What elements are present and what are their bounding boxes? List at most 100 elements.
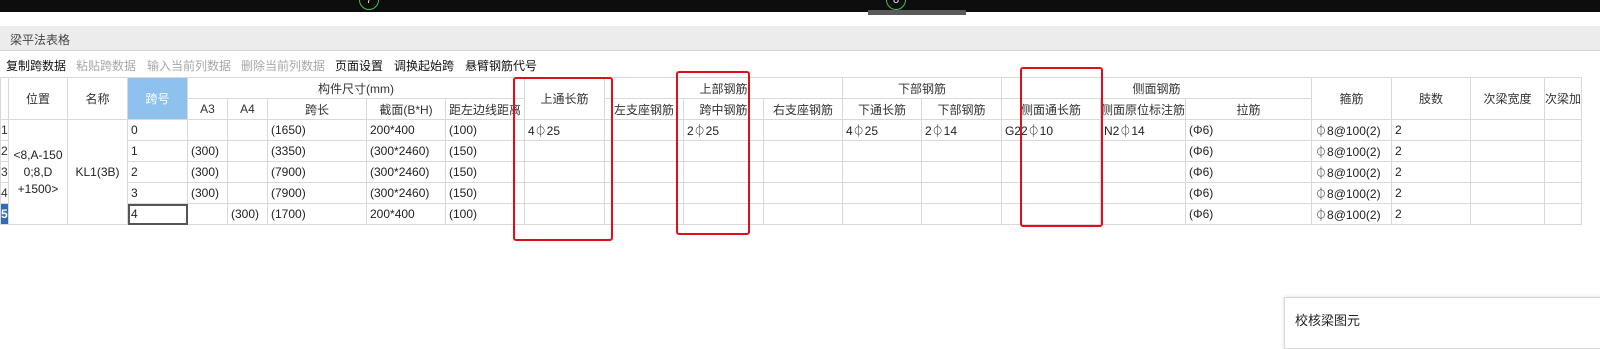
cell-bottom-bar[interactable] — [921, 140, 1002, 162]
header-left-support[interactable]: 左支座钢筋 — [604, 98, 684, 120]
cell-tie[interactable]: (Φ6) — [1185, 182, 1313, 204]
cell-a4[interactable]: (300) — [227, 203, 268, 225]
cell-bottom-continuous[interactable] — [842, 161, 922, 183]
cell-secondary-width[interactable] — [1470, 119, 1546, 141]
row-number-selected[interactable]: 5 — [0, 203, 9, 225]
header-legs[interactable]: 肢数 — [1391, 77, 1472, 120]
cell-position[interactable]: <8,A-150 0;8,D +1500> — [8, 119, 68, 225]
header-mid-span[interactable]: 跨中钢筋 — [683, 98, 764, 120]
cell-stirrup[interactable]: ⏀8@100(2) — [1311, 140, 1393, 162]
check-beam-panel[interactable]: 校核梁图元 — [1284, 297, 1600, 349]
cell-side-original[interactable] — [1099, 161, 1187, 183]
cell-a4[interactable] — [227, 182, 268, 204]
header-name[interactable]: 名称 — [67, 77, 128, 120]
header-a3[interactable]: A3 — [187, 98, 228, 120]
cell-span[interactable]: 0 — [127, 119, 188, 141]
row-number[interactable]: 2 — [0, 140, 9, 162]
header-stirrup[interactable]: 箍筋 — [1311, 77, 1393, 120]
header-secondary-width[interactable]: 次梁宽度 — [1470, 77, 1546, 120]
cell-side-continuous[interactable] — [1001, 182, 1101, 204]
cell-side-continuous[interactable] — [1001, 203, 1101, 225]
cell-side-continuous[interactable] — [1001, 161, 1101, 183]
table-row[interactable]: 2 1 (300) (3350) (300*2460) (150) (Φ6) ⏀… — [0, 140, 1583, 162]
cell-side-original[interactable] — [1099, 182, 1187, 204]
cell-a3[interactable]: (300) — [187, 140, 228, 162]
cell-bottom-bar[interactable] — [921, 203, 1002, 225]
cell-tie[interactable]: (Φ6) — [1185, 161, 1313, 183]
cell-offset[interactable]: (100) — [445, 203, 525, 225]
cell-span-length[interactable]: (1650) — [267, 119, 367, 141]
cell-stirrup[interactable]: ⏀8@100(2) — [1311, 161, 1393, 183]
cell-span-active[interactable]: 4 — [127, 203, 188, 225]
cell-span[interactable]: 2 — [127, 161, 188, 183]
cell-right-support[interactable] — [763, 161, 843, 183]
cell-a4[interactable] — [227, 140, 268, 162]
cell-side-original[interactable] — [1099, 140, 1187, 162]
cell-a4[interactable] — [227, 119, 268, 141]
table-row[interactable]: 3 2 (300) (7900) (300*2460) (150) (Φ6) ⏀… — [0, 161, 1583, 183]
header-right-support[interactable]: 右支座钢筋 — [763, 98, 843, 120]
cell-left-support[interactable] — [604, 119, 684, 141]
swap-start-span-button[interactable]: 调换起始跨 — [394, 57, 454, 74]
cell-a4[interactable] — [227, 161, 268, 183]
cell-tie[interactable]: (Φ6) — [1185, 140, 1313, 162]
header-side-continuous[interactable]: 侧面通长筋 — [1001, 98, 1101, 120]
cell-secondary-more[interactable] — [1544, 203, 1583, 225]
cell-a3[interactable]: (300) — [187, 161, 228, 183]
cell-mid-span[interactable] — [683, 182, 764, 204]
cell-right-support[interactable] — [763, 119, 843, 141]
header-top-continuous[interactable]: 上通长筋 — [524, 77, 605, 120]
cell-bottom-bar[interactable] — [921, 182, 1002, 204]
cell-secondary-width[interactable] — [1470, 182, 1546, 204]
cell-left-support[interactable] — [604, 161, 684, 183]
cell-bottom-bar[interactable]: 2⏀14 — [921, 119, 1002, 141]
cantilever-code-button[interactable]: 悬臂钢筋代号 — [465, 57, 537, 74]
table-row[interactable]: 5 4 (300) (1700) 200*400 (100) (Φ6) ⏀8@1… — [0, 203, 1583, 225]
cell-stirrup[interactable]: ⏀8@100(2) — [1311, 182, 1393, 204]
cell-span[interactable]: 1 — [127, 140, 188, 162]
cell-side-original[interactable] — [1099, 203, 1187, 225]
page-setup-button[interactable]: 页面设置 — [335, 57, 383, 74]
header-tie[interactable]: 拉筋 — [1185, 98, 1313, 120]
row-number[interactable]: 4 — [0, 182, 9, 204]
cell-mid-span[interactable]: 2⏀25 — [683, 119, 764, 141]
cell-stirrup[interactable]: ⏀8@100(2) — [1311, 119, 1393, 141]
cell-side-original[interactable]: N2⏀14 — [1099, 119, 1187, 141]
header-bottom-continuous[interactable]: 下通长筋 — [842, 98, 922, 120]
cell-top-continuous[interactable] — [524, 182, 605, 204]
cell-secondary-width[interactable] — [1470, 203, 1546, 225]
table-row[interactable]: 4 3 (300) (7900) (300*2460) (150) (Φ6) ⏀… — [0, 182, 1583, 204]
cell-section[interactable]: (300*2460) — [366, 140, 446, 162]
row-number[interactable]: 1 — [0, 119, 9, 141]
cell-legs[interactable]: 2 — [1391, 119, 1472, 141]
cell-top-continuous[interactable] — [524, 140, 605, 162]
cell-right-support[interactable] — [763, 203, 843, 225]
cell-top-continuous[interactable] — [524, 161, 605, 183]
copy-span-button[interactable]: 复制跨数据 — [6, 57, 66, 74]
cell-span-length[interactable]: (1700) — [267, 203, 367, 225]
cell-offset[interactable]: (150) — [445, 161, 525, 183]
cell-secondary-more[interactable] — [1544, 161, 1583, 183]
cell-offset[interactable]: (150) — [445, 182, 525, 204]
cell-a3[interactable] — [187, 203, 228, 225]
header-side-original[interactable]: 侧面原位标注筋 — [1099, 98, 1187, 120]
header-span-length[interactable]: 跨长 — [267, 98, 367, 120]
cell-right-support[interactable] — [763, 140, 843, 162]
cell-section[interactable]: (300*2460) — [366, 161, 446, 183]
cell-section[interactable]: (300*2460) — [366, 182, 446, 204]
cell-right-support[interactable] — [763, 182, 843, 204]
cell-bottom-continuous[interactable] — [842, 182, 922, 204]
cell-side-continuous[interactable] — [1001, 140, 1101, 162]
header-bottom-bar[interactable]: 下部钢筋 — [921, 98, 1002, 120]
cell-mid-span[interactable] — [683, 203, 764, 225]
header-span[interactable]: 跨号 — [127, 77, 188, 120]
cell-secondary-width[interactable] — [1470, 140, 1546, 162]
cell-span-length[interactable]: (3350) — [267, 140, 367, 162]
cell-side-continuous[interactable]: G22⏀10 — [1001, 119, 1101, 141]
cell-legs[interactable]: 2 — [1391, 182, 1472, 204]
header-section[interactable]: 截面(B*H) — [366, 98, 446, 120]
row-number[interactable]: 3 — [0, 161, 9, 183]
cell-section[interactable]: 200*400 — [366, 203, 446, 225]
cell-stirrup[interactable]: ⏀8@100(2) — [1311, 203, 1393, 225]
cell-top-continuous[interactable] — [524, 203, 605, 225]
